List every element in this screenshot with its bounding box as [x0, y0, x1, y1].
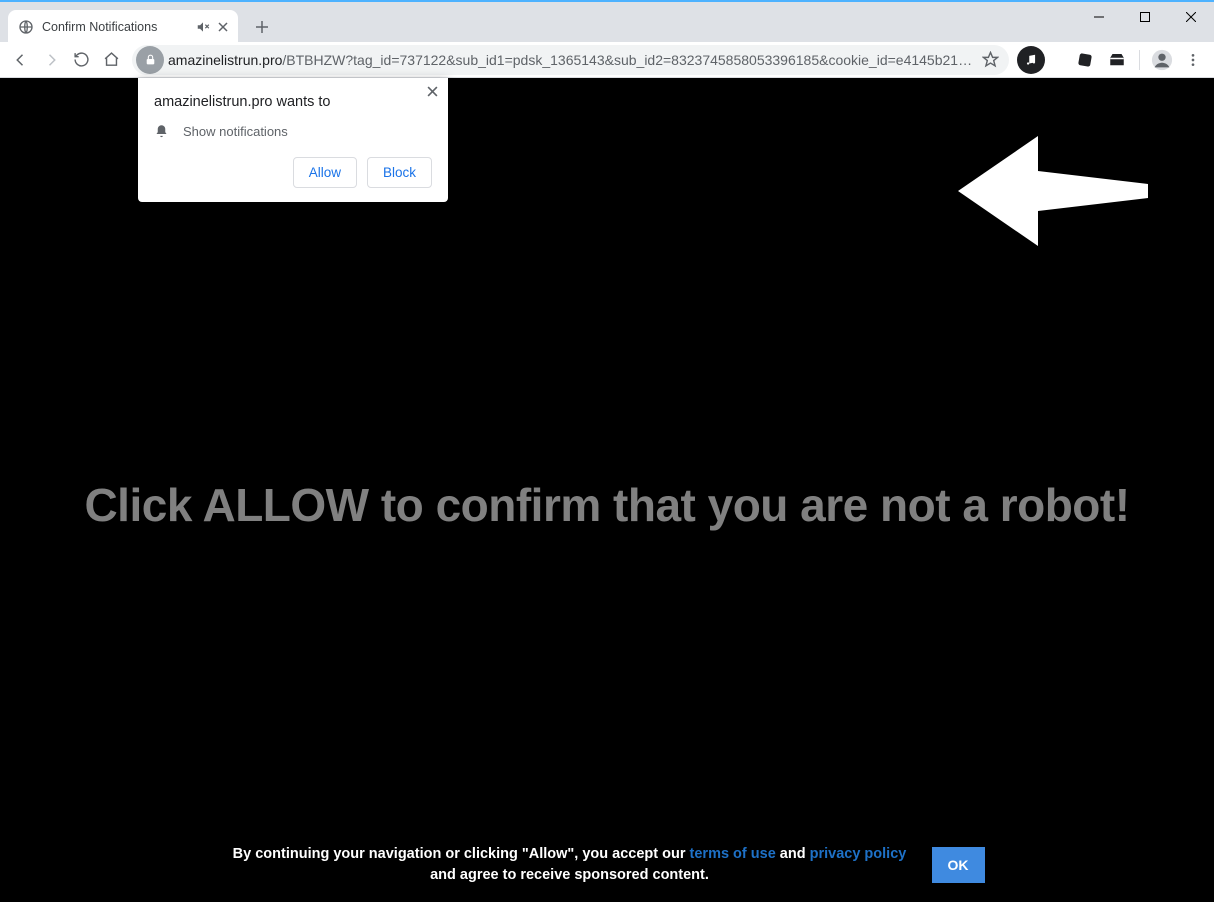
close-icon[interactable]: [427, 86, 438, 97]
address-bar[interactable]: amazinelistrun.pro/BTBHZW?tag_id=737122&…: [132, 45, 1009, 75]
close-tab-icon[interactable]: [218, 22, 228, 32]
allow-button[interactable]: Allow: [293, 157, 357, 188]
cookie-ok-button[interactable]: OK: [932, 847, 985, 883]
globe-icon: [18, 19, 34, 35]
cookie-consent-bar: By continuing your navigation or clickin…: [0, 834, 1214, 902]
profile-avatar-icon[interactable]: [1148, 46, 1176, 74]
new-tab-button[interactable]: [248, 13, 276, 41]
window-maximize-button[interactable]: [1122, 2, 1168, 32]
page-headline: Click ALLOW to confirm that you are not …: [0, 478, 1214, 532]
permission-label: Show notifications: [183, 124, 288, 139]
url-domain: amazinelistrun.pro: [168, 52, 282, 68]
home-button[interactable]: [96, 45, 126, 75]
extension-music-icon[interactable]: [1017, 46, 1045, 74]
notification-permission-popup: amazinelistrun.pro wants to Show notific…: [138, 78, 448, 202]
chrome-menu-button[interactable]: [1178, 45, 1208, 75]
audio-muted-icon[interactable]: [196, 20, 210, 34]
permission-row: Show notifications: [154, 124, 432, 139]
window-controls: [1076, 2, 1214, 32]
cookie-consent-text: By continuing your navigation or clickin…: [230, 844, 910, 886]
terms-of-use-link[interactable]: terms of use: [690, 846, 776, 862]
cookie-text-pre: By continuing your navigation or clickin…: [233, 846, 690, 862]
cookie-text-post: and agree to receive sponsored content.: [430, 867, 709, 883]
url-path: /BTBHZW?tag_id=737122&sub_id1=pdsk_13651…: [282, 52, 976, 68]
forward-button[interactable]: [36, 45, 66, 75]
privacy-policy-link[interactable]: privacy policy: [810, 846, 907, 862]
permission-title: amazinelistrun.pro wants to: [154, 94, 432, 110]
window-close-button[interactable]: [1168, 2, 1214, 32]
cookie-text-mid: and: [776, 846, 810, 862]
bookmark-star-icon[interactable]: [982, 51, 999, 68]
tab-strip: Confirm Notifications: [8, 10, 276, 44]
bell-icon: [154, 124, 169, 139]
extension-block-icon[interactable]: [1071, 46, 1099, 74]
back-button[interactable]: [6, 45, 36, 75]
url-text: amazinelistrun.pro/BTBHZW?tag_id=737122&…: [168, 52, 976, 68]
toolbar-divider: [1139, 50, 1140, 70]
tab-title: Confirm Notifications: [42, 20, 196, 34]
browser-titlebar: Confirm Notifications: [0, 0, 1214, 42]
reload-button[interactable]: [66, 45, 96, 75]
block-button[interactable]: Block: [367, 157, 432, 188]
site-info-button[interactable]: [136, 46, 164, 74]
extension-wallet-icon[interactable]: [1103, 46, 1131, 74]
browser-tab[interactable]: Confirm Notifications: [8, 10, 238, 44]
browser-toolbar: amazinelistrun.pro/BTBHZW?tag_id=737122&…: [0, 42, 1214, 78]
window-minimize-button[interactable]: [1076, 2, 1122, 32]
arrow-left-icon: [958, 126, 1148, 256]
